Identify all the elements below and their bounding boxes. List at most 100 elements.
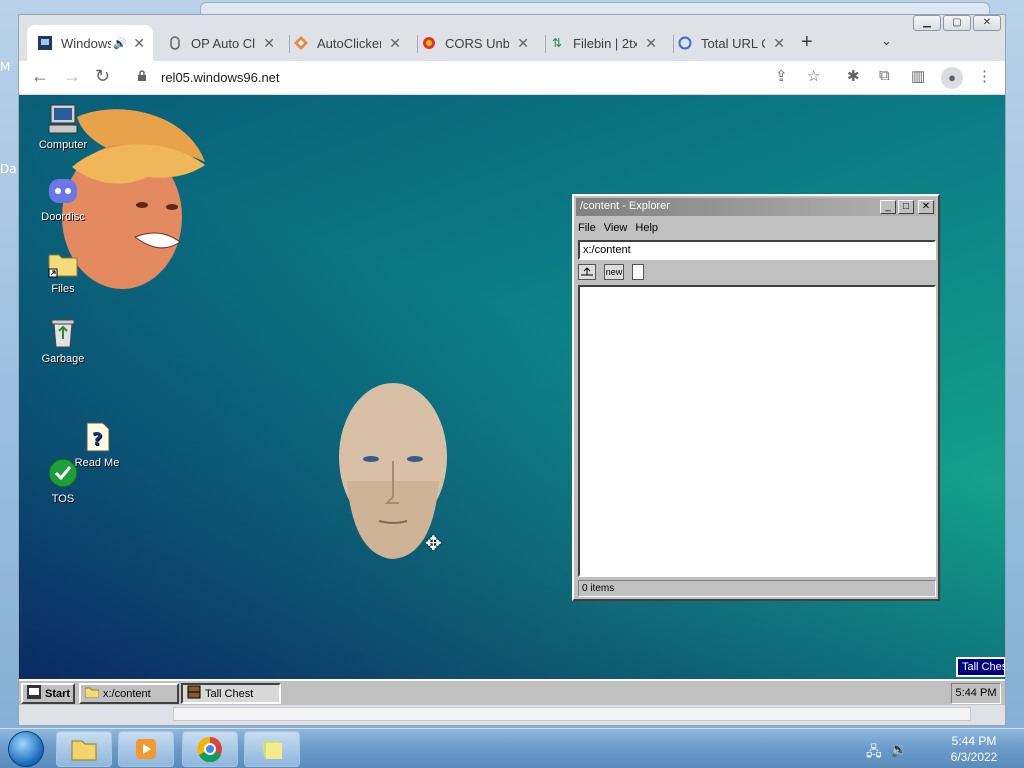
profile-avatar-icon[interactable]: ● [941, 67, 963, 89]
windows-explorer-icon[interactable] [56, 731, 112, 767]
network-icon[interactable]: 🖧 [866, 741, 882, 765]
desktop-icon-label: Computer [38, 139, 88, 151]
menu-help[interactable]: Help [635, 222, 658, 234]
tab-windows96[interactable]: Windows 96 🔊 ✕ [27, 25, 153, 61]
share-icon[interactable]: ⇪ [775, 67, 788, 85]
speaker-icon[interactable]: 🔊 [113, 37, 127, 50]
explorer-window[interactable]: /content - Explorer _ □ ✕ File View Help… [572, 194, 940, 601]
extension-bug-icon[interactable]: ✱ [847, 67, 860, 85]
close-button[interactable]: ✕ [918, 200, 934, 214]
tab-title: CORS Unblock [445, 35, 509, 51]
maximize-button[interactable]: ▢ [943, 15, 971, 31]
start-orb-icon[interactable] [8, 731, 44, 767]
win96-taskbar: Start x:/content Tall Chest 5:44 PM [19, 679, 1005, 705]
close-tab-icon[interactable]: ✕ [263, 35, 275, 52]
back-arrow-icon[interactable]: ← [31, 66, 49, 87]
up-folder-icon[interactable] [578, 264, 596, 280]
computer-icon [47, 103, 79, 135]
window-controls: ▁ ▢ ✕ [911, 15, 1001, 31]
host-edge-text: Da [0, 162, 17, 176]
explorer-menubar: File View Help [578, 222, 658, 234]
bookmark-star-icon[interactable]: ☆ [807, 67, 820, 85]
desktop-icon-garbage[interactable]: Garbage [27, 317, 99, 365]
minimize-button[interactable]: _ [880, 200, 896, 214]
taskbar-item-tall-chest[interactable]: Tall Chest [181, 683, 281, 704]
updown-arrows-icon: ⇅ [551, 36, 563, 50]
desktop-icon-files[interactable]: Files [27, 247, 99, 295]
browser-toolbar: ← → ↻ rel05.windows96.net ⇪ ☆ ✱ ⧉ ▥ ● ⋮ [19, 61, 1005, 95]
menu-view[interactable]: View [604, 222, 628, 234]
explorer-address-field[interactable]: x:/content [578, 240, 936, 260]
desktop-icon-computer[interactable]: Computer [27, 103, 99, 151]
maximize-button[interactable]: □ [898, 200, 914, 214]
windows96-desktop[interactable]: Computer Doordisc Files Garbage ? Read M… [19, 95, 1005, 725]
desktop-icon-label: Files [51, 283, 75, 295]
close-tab-icon[interactable]: ✕ [773, 35, 785, 52]
win96-clock: 5:44 PM [951, 683, 1001, 704]
side-panel-icon[interactable]: ▥ [911, 67, 925, 85]
diamond-icon [293, 35, 309, 51]
tab-op-auto-clicker[interactable]: OP Auto Clicker ✕ [157, 25, 283, 61]
new-folder-button[interactable]: new [604, 264, 624, 280]
svg-text:?: ? [92, 429, 102, 450]
minimize-button[interactable]: ▁ [913, 15, 941, 31]
explorer-file-list[interactable] [578, 285, 936, 577]
help-document-icon: ? [81, 421, 113, 453]
close-tab-icon[interactable]: ✕ [645, 35, 657, 52]
move-cursor-icon: ✥ [425, 533, 442, 555]
close-window-button[interactable]: ✕ [973, 15, 1001, 31]
taskbar-item-label: Tall Chest [205, 687, 254, 700]
tab-title: Filebin | 2tx [573, 35, 637, 51]
tab-title: AutoClicker [317, 35, 381, 51]
close-tab-icon[interactable]: ✕ [133, 35, 145, 52]
media-player-icon[interactable] [118, 731, 174, 767]
mouse-icon [167, 35, 183, 51]
tab-autoclicker[interactable]: AutoClicker ✕ [283, 25, 409, 61]
checkmark-icon [47, 457, 79, 489]
address-bar[interactable]: rel05.windows96.net [129, 64, 829, 92]
close-tab-icon[interactable]: ✕ [517, 35, 529, 52]
desktop-icon-label: Garbage [41, 353, 85, 365]
volume-icon[interactable]: 🔉 [890, 741, 907, 758]
explorer-status: 0 items [578, 580, 936, 597]
tab-strip: Windows 96 🔊 ✕ OP Auto Clicker ✕ AutoCli… [19, 15, 1005, 61]
tab-title: OP Auto Clicker [191, 35, 255, 51]
desktop-icon-tos[interactable]: TOS [27, 457, 99, 505]
taskbar-item-content[interactable]: x:/content [79, 683, 179, 704]
desktop-icon-doordisc[interactable]: Doordisc [27, 175, 99, 223]
chrome-window: Windows 96 🔊 ✕ OP Auto Clicker ✕ AutoCli… [18, 14, 1006, 726]
lock-icon[interactable] [137, 70, 147, 85]
cors-icon [421, 35, 437, 51]
viewport-bottom-strip [19, 705, 1005, 725]
tab-search-chevron-icon[interactable]: ⌄ [881, 33, 892, 49]
tab-cors-unblock[interactable]: CORS Unblock ✕ [411, 25, 537, 61]
start-logo-icon [27, 685, 41, 702]
reload-icon[interactable]: ↻ [95, 66, 110, 87]
extensions-puzzle-icon[interactable]: ⧉ [879, 67, 890, 84]
host-taskbar: 🖧 🔉 5:44 PM 6/3/2022 [0, 728, 1024, 768]
tab-total-url-opener[interactable]: Total URL Opener ✕ [667, 25, 793, 61]
new-file-icon[interactable] [632, 264, 644, 280]
chrome-icon[interactable] [182, 731, 238, 767]
explorer-title: /content - Explorer [580, 200, 670, 212]
host-clock[interactable]: 5:44 PM 6/3/2022 [934, 733, 1014, 765]
tall-chest-notification[interactable]: Tall Chest [956, 657, 1005, 677]
start-button[interactable]: Start [21, 683, 75, 704]
close-tab-icon[interactable]: ✕ [389, 35, 401, 52]
forward-arrow-icon[interactable]: → [63, 66, 81, 87]
sticky-notes-icon[interactable] [244, 731, 300, 767]
more-menu-icon[interactable]: ⋮ [977, 67, 992, 85]
chest-icon [187, 685, 201, 702]
host-edge-text: M [0, 60, 11, 74]
desktop-icon-label: Doordisc [41, 211, 85, 223]
recycle-bin-icon [47, 317, 79, 349]
folder-icon [84, 686, 100, 701]
menu-file[interactable]: File [578, 222, 596, 234]
host-clock-time: 5:44 PM [951, 734, 997, 748]
new-tab-button[interactable]: + [801, 31, 813, 54]
explorer-titlebar[interactable]: /content - Explorer _ □ ✕ [576, 198, 936, 216]
circle-icon [677, 35, 693, 51]
tab-filebin[interactable]: ⇅ Filebin | 2tx ✕ [539, 25, 665, 61]
windows96-icon [37, 35, 53, 51]
horizontal-scrollbar[interactable] [173, 707, 971, 721]
